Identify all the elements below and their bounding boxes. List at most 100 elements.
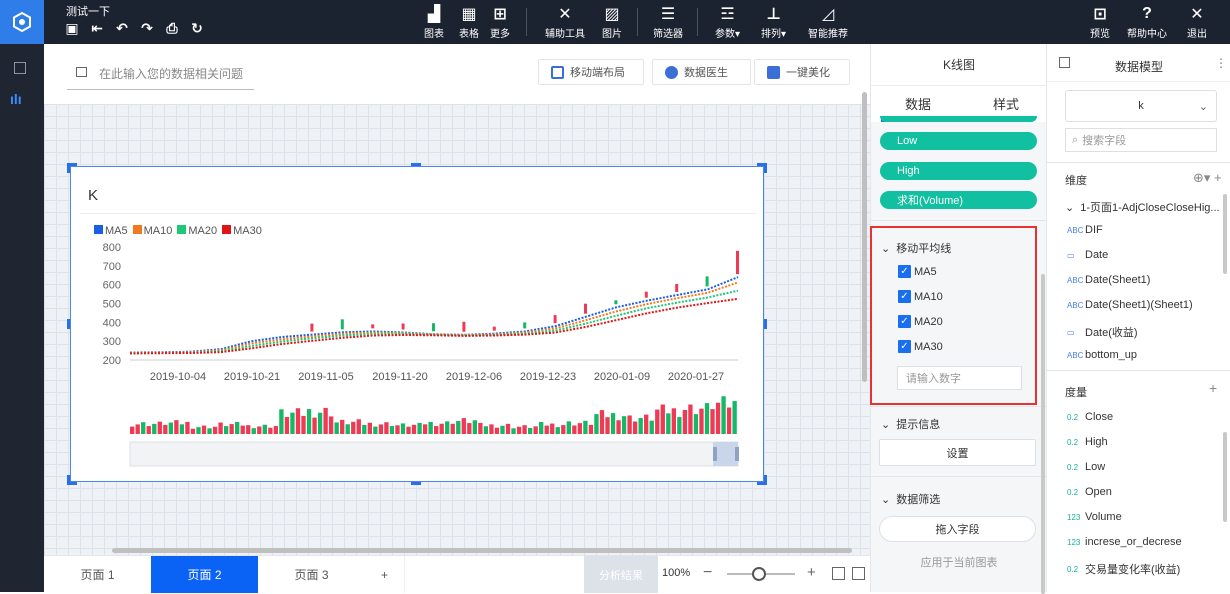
dim-field-bottom-up[interactable]: ABC bottom_up [1067, 349, 1137, 361]
chart-config-panel: K线图 数据 样式 Low High 求和(Volume) ⌄ 移动平均线 ✓ MA… [870, 44, 1047, 594]
kline-icon[interactable]: ılı [10, 91, 22, 107]
measure-open[interactable]: 0.2 Open [1067, 486, 1112, 498]
volume-bar [268, 427, 273, 434]
preview-button[interactable]: ⊡ 预览 [1090, 3, 1110, 40]
app-logo[interactable] [0, 0, 44, 44]
dimension-group[interactable]: ⌄ 1-页面1-AdjCloseCloseHig... [1065, 199, 1220, 215]
measure-volume[interactable]: 123 Volume [1067, 511, 1122, 523]
tooltip-section-header[interactable]: ⌄ 提示信息 [881, 416, 940, 432]
collapse-icon[interactable] [14, 62, 26, 74]
volume-bar [666, 413, 671, 434]
apply-current-chart[interactable]: 应用于当前图表 [871, 554, 1047, 570]
tab-data[interactable]: 数据 [905, 94, 931, 113]
drag-field-dropzone[interactable]: 拖入字段 [879, 516, 1036, 542]
back-icon[interactable]: ⇤ [89, 20, 105, 36]
help-button[interactable]: ? 帮助中心 [1127, 3, 1167, 40]
canvas-vertical-scrollbar[interactable] [862, 92, 867, 382]
volume-bar [588, 424, 594, 434]
toolbar-chart-button[interactable]: ▟ 图表 [424, 3, 444, 40]
beautify-button[interactable]: 一键美化 [754, 59, 850, 85]
add-measure-icon[interactable]: + [1209, 380, 1217, 396]
dim-field-date-sheet1-sheet1[interactable]: ABC Date(Sheet1)(Sheet1) [1067, 299, 1193, 311]
zoom-out-button[interactable]: − [703, 564, 712, 582]
more-icon[interactable]: ⋮ [1215, 56, 1227, 70]
resize-handle[interactable] [411, 163, 421, 166]
dim-field-dif[interactable]: ABC DIF [1067, 224, 1103, 236]
save-icon[interactable]: ▣ [64, 20, 80, 36]
toolbar-table-button[interactable]: ▦ 表格 [459, 3, 479, 40]
fit-width-icon[interactable] [832, 567, 845, 580]
dim-field-date-sheet1[interactable]: ABC Date(Sheet1) [1067, 274, 1150, 286]
candlestick [432, 323, 435, 332]
canvas-horizontal-scrollbar[interactable] [112, 548, 852, 553]
tab-style[interactable]: 样式 [993, 94, 1019, 113]
mobile-layout-button[interactable]: 移动端布局 [538, 59, 644, 85]
dimensions-scrollbar[interactable] [1223, 194, 1227, 274]
toolbar-aux-button[interactable]: ✕ 辅助工具 [545, 3, 585, 40]
measure-high[interactable]: 0.2 High [1067, 436, 1108, 448]
resize-handle[interactable] [411, 482, 421, 485]
field-low[interactable]: Low [880, 132, 1037, 150]
resize-handle[interactable] [764, 163, 767, 173]
ma20-checkbox[interactable]: ✓ MA20 [898, 315, 943, 328]
resize-handle[interactable] [67, 319, 70, 329]
volume-bar [179, 424, 185, 434]
tooltip-settings-button[interactable]: 设置 [879, 439, 1036, 466]
print-icon[interactable]: ⎙ [164, 20, 180, 36]
ask-input[interactable]: 在此输入您的数据相关问题 [99, 65, 243, 82]
search-icon: ⌕ [1072, 133, 1079, 146]
volume-bar [555, 427, 560, 434]
data-doctor-button[interactable]: 数据医生 [652, 59, 751, 85]
x-tick-label: 2019-10-04 [150, 371, 206, 383]
measure-close[interactable]: 0.2 Close [1067, 411, 1113, 423]
dim-field-date-profit[interactable]: ▭ Date(收益) [1067, 324, 1138, 340]
toolbar-arrange-button[interactable]: ⊥ 排列▾ [761, 3, 786, 40]
add-dimension-icon[interactable]: ⊕▾ + [1193, 170, 1222, 186]
toolbar-image-button[interactable]: ▨ 图片 [602, 3, 622, 40]
zoom-slider-thumb[interactable] [752, 567, 766, 581]
add-page-button[interactable]: + [365, 556, 405, 593]
refresh-icon[interactable]: ↻ [189, 20, 205, 36]
volume-bar [301, 415, 306, 434]
volume-bar [544, 425, 549, 434]
exit-button[interactable]: ✕ 退出 [1187, 3, 1207, 40]
measures-scrollbar[interactable] [1223, 432, 1227, 522]
field-sum-volume[interactable]: 求和(Volume) [880, 191, 1037, 209]
volume-bar [246, 425, 251, 434]
zoom-in-button[interactable]: + [807, 564, 816, 581]
volume-bar [671, 408, 676, 434]
measure-increse-or-decrese[interactable]: 123 increse_or_decrese [1067, 536, 1182, 548]
toolbar-param-button[interactable]: ☲ 参数▾ [715, 3, 740, 40]
ma-number-input[interactable]: 请输入数字 [897, 366, 1022, 390]
config-scrollbar[interactable] [1041, 274, 1045, 594]
resize-handle[interactable] [764, 475, 767, 485]
ma5-checkbox[interactable]: ✓ MA5 [898, 265, 937, 278]
measure-volume-change-rate[interactable]: 0.2 交易量变化率(收益) [1067, 561, 1180, 577]
dataset-select[interactable]: k ⌄ [1065, 90, 1217, 122]
ma30-checkbox[interactable]: ✓ MA30 [898, 340, 943, 353]
toolbar-filter-button[interactable]: ☰ 筛选器 [653, 3, 683, 40]
resize-handle[interactable] [67, 163, 70, 173]
tab-page-1[interactable]: 页面 1 [44, 556, 151, 593]
y-tick-label: 200 [103, 355, 121, 367]
redo-icon[interactable]: ↷ [139, 20, 155, 36]
resize-handle[interactable] [67, 475, 70, 485]
toolbar-smart-button[interactable]: ◿ 智能推荐 [808, 3, 848, 40]
config-title: K线图 [871, 44, 1047, 86]
analysis-result-button[interactable]: 分析结果 [584, 556, 658, 593]
measure-low[interactable]: 0.2 Low [1067, 461, 1105, 473]
field-search-input[interactable]: ⌕ 搜索字段 [1065, 128, 1217, 152]
filter-section-header[interactable]: ⌄ 数据筛选 [881, 491, 940, 507]
dim-field-date[interactable]: ▭ Date [1067, 249, 1108, 261]
ma10-checkbox[interactable]: ✓ MA10 [898, 290, 943, 303]
field-high[interactable]: High [880, 162, 1037, 180]
toolbar-more-button[interactable]: ⊞ 更多 [490, 3, 510, 40]
tab-page-3[interactable]: 页面 3 [258, 556, 365, 593]
ma-section-header[interactable]: ⌄ 移动平均线 [881, 240, 951, 256]
tab-page-2[interactable]: 页面 2 [151, 556, 258, 593]
resize-handle[interactable] [764, 319, 767, 329]
document-title[interactable]: 测试一下 [66, 3, 110, 19]
undo-icon[interactable]: ↶ [114, 20, 130, 36]
ask-underline [67, 89, 254, 90]
fit-page-icon[interactable] [852, 567, 865, 580]
